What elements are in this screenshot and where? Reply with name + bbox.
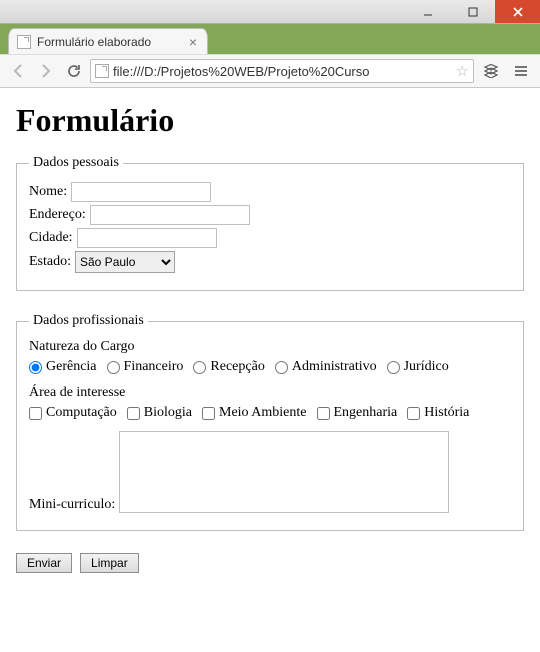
- page-icon: [95, 64, 109, 78]
- role-option-label: Gerência: [46, 359, 97, 375]
- address-input[interactable]: [90, 205, 250, 225]
- role-radio[interactable]: [193, 361, 206, 374]
- interest-option[interactable]: Engenharia: [317, 405, 398, 421]
- name-label: Nome:: [29, 184, 67, 200]
- interest-checkbox-group: Computação Biologia Meio Ambiente Engenhari…: [29, 405, 511, 421]
- submit-button[interactable]: Enviar: [16, 553, 72, 573]
- forward-button[interactable]: [34, 59, 58, 83]
- city-input[interactable]: [77, 228, 217, 248]
- cv-label: Mini-curriculo:: [29, 497, 115, 513]
- role-option-label: Jurídico: [404, 359, 449, 375]
- role-option[interactable]: Recepção: [193, 359, 264, 375]
- professional-legend: Dados profissionais: [29, 313, 148, 329]
- role-option[interactable]: Financeiro: [107, 359, 184, 375]
- role-option-label: Financeiro: [124, 359, 184, 375]
- url-text: file:///D:/Projetos%20WEB/Projeto%20Curs…: [113, 64, 452, 79]
- interest-option[interactable]: Computação: [29, 405, 117, 421]
- interest-checkbox[interactable]: [202, 407, 215, 420]
- interest-option-label: Meio Ambiente: [219, 405, 307, 421]
- name-input[interactable]: [71, 182, 211, 202]
- window-maximize-button[interactable]: [450, 0, 495, 23]
- bookmark-star-icon[interactable]: ☆: [456, 62, 469, 80]
- interest-option-label: Engenharia: [334, 405, 398, 421]
- role-option-label: Administrativo: [292, 359, 377, 375]
- cv-textarea[interactable]: [119, 431, 449, 513]
- role-radio[interactable]: [107, 361, 120, 374]
- tab-close-icon[interactable]: ×: [187, 35, 199, 49]
- personal-fieldset: Dados pessoais Nome: Endereço: Cidade: E…: [16, 155, 524, 291]
- browser-toolbar: file:///D:/Projetos%20WEB/Projeto%20Curs…: [0, 54, 540, 88]
- role-option[interactable]: Gerência: [29, 359, 97, 375]
- role-option[interactable]: Jurídico: [387, 359, 449, 375]
- interest-checkbox[interactable]: [317, 407, 330, 420]
- role-radio-group: Gerência Financeiro Recepção Administrativo…: [29, 359, 511, 375]
- professional-fieldset: Dados profissionais Natureza do Cargo Ge…: [16, 313, 524, 531]
- window-titlebar: [0, 0, 540, 24]
- interest-checkbox[interactable]: [407, 407, 420, 420]
- browser-tab[interactable]: Formulário elaborado ×: [8, 28, 208, 54]
- interest-label: Área de interesse: [29, 385, 511, 401]
- browser-tabstrip: Formulário elaborado ×: [0, 24, 540, 54]
- page-title: Formulário: [16, 102, 524, 139]
- role-radio[interactable]: [29, 361, 42, 374]
- personal-legend: Dados pessoais: [29, 155, 123, 171]
- interest-checkbox[interactable]: [127, 407, 140, 420]
- page-viewport: Formulário Dados pessoais Nome: Endereço…: [0, 88, 540, 652]
- tab-title: Formulário elaborado: [37, 35, 181, 49]
- role-option[interactable]: Administrativo: [275, 359, 377, 375]
- state-select[interactable]: São Paulo: [75, 251, 175, 273]
- interest-checkbox[interactable]: [29, 407, 42, 420]
- reset-button[interactable]: Limpar: [80, 553, 139, 573]
- role-label: Natureza do Cargo: [29, 339, 511, 355]
- page-icon: [17, 35, 31, 49]
- interest-option[interactable]: Biologia: [127, 405, 192, 421]
- window-minimize-button[interactable]: [405, 0, 450, 23]
- address-bar[interactable]: file:///D:/Projetos%20WEB/Projeto%20Curs…: [90, 59, 474, 83]
- role-radio[interactable]: [275, 361, 288, 374]
- interest-option-label: História: [424, 405, 469, 421]
- reload-button[interactable]: [62, 59, 86, 83]
- interest-option[interactable]: História: [407, 405, 469, 421]
- interest-option[interactable]: Meio Ambiente: [202, 405, 307, 421]
- back-button[interactable]: [6, 59, 30, 83]
- extensions-button[interactable]: [478, 59, 504, 83]
- window-close-button[interactable]: [495, 0, 540, 23]
- state-label: Estado:: [29, 254, 71, 270]
- city-label: Cidade:: [29, 230, 73, 246]
- interest-option-label: Computação: [46, 405, 117, 421]
- role-option-label: Recepção: [210, 359, 264, 375]
- role-radio[interactable]: [387, 361, 400, 374]
- interest-option-label: Biologia: [144, 405, 192, 421]
- browser-menu-button[interactable]: [508, 59, 534, 83]
- address-label: Endereço:: [29, 207, 86, 223]
